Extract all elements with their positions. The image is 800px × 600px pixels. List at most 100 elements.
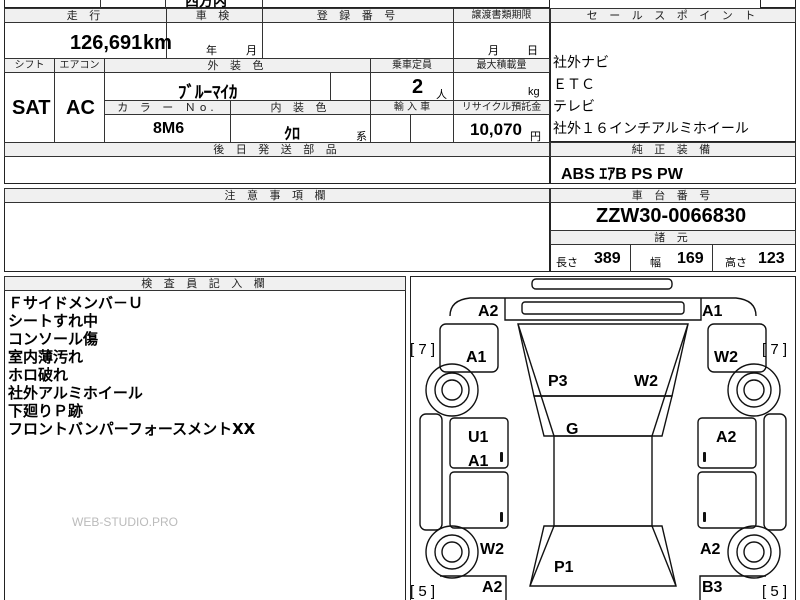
inspector-line: シートすれ中 [8, 312, 99, 330]
sales-points-header: セ ー ル ス ポ イ ン ト [550, 8, 796, 23]
row3-divider [410, 114, 411, 142]
damage-label: A2 [716, 429, 737, 446]
cabin-outline [553, 435, 653, 527]
rear-deck-outline [529, 525, 677, 587]
inspection-year-label: 年 [206, 45, 217, 57]
row3-divider [230, 114, 231, 142]
import-header: 輸 入 車 [370, 100, 454, 115]
damage-label: A1 [702, 303, 723, 320]
color-no-value: 8M6 [153, 120, 185, 137]
car-diagram: A2 A1 A1 W2 P3 W2 G U1 A2 A1 W2 A2 P1 A2… [410, 278, 787, 600]
aircon-value: AC [66, 97, 95, 119]
top-strip-divider [262, 0, 263, 8]
inspector-line: Ｆサイドメンバ－Ｕ [8, 294, 144, 312]
recycle-header: リサイクル預託金 [453, 100, 550, 115]
sales-point-item: テレビ [553, 99, 595, 115]
dimensions-divider [712, 244, 713, 272]
damage-label: P3 [548, 373, 568, 390]
chassis-value: ZZW30-0066830 [596, 205, 747, 227]
right-door-lower [697, 471, 757, 529]
inspector-line: ホロ破れ [8, 366, 69, 384]
front-grille [521, 301, 685, 315]
row1-divider [453, 22, 454, 58]
capacity-header: 乗車定員 [370, 58, 454, 73]
top-strip [4, 0, 550, 8]
registration-header: 登 録 番 号 [262, 8, 454, 23]
rear-left-wheel-inner [434, 534, 470, 570]
inspection-header: 車 検 [166, 8, 263, 23]
notes-header: 注 意 事 項 欄 [4, 188, 550, 203]
top-strip-right [760, 0, 796, 8]
inspector-header: 検 査 員 記 入 欄 [4, 276, 406, 291]
height-value: 123 [758, 250, 785, 267]
damage-label: W2 [714, 349, 738, 366]
right-rocker [763, 413, 787, 531]
capacity-value: 2 [412, 76, 424, 98]
damage-label: A2 [700, 541, 721, 558]
interior-value: ｸﾛ [284, 126, 301, 143]
bracket-label: [ 7 ] [410, 341, 435, 358]
equipment-header: 純 正 装 備 [550, 142, 796, 157]
damage-label: W2 [480, 541, 504, 558]
chassis-header: 車 台 番 号 [550, 188, 796, 203]
front-right-wheel-hub [743, 379, 765, 401]
damage-label: A1 [468, 453, 489, 470]
front-left-wheel-inner [434, 372, 470, 408]
length-value: 389 [594, 250, 621, 267]
color-no-header: カ ラ ー Ｎo. [104, 100, 231, 115]
front-right-wheel-inner [736, 372, 772, 408]
inspector-line: 室内薄汚れ [8, 348, 84, 366]
dimensions-divider [630, 244, 631, 272]
exterior-header: 外 装 色 [104, 58, 371, 73]
watermark: WEB-STUDIO.PRO [72, 515, 179, 529]
door-handle [500, 512, 503, 522]
max-load-header: 最大積載量 [453, 58, 550, 73]
aircon-header: エアコン [54, 58, 105, 73]
damage-label: A1 [466, 349, 487, 366]
mileage-header: 走 行 [4, 8, 167, 23]
inspector-line: 社外アルミホイール [8, 384, 143, 402]
damage-label: P1 [554, 559, 574, 576]
row2-divider [330, 72, 331, 100]
bracket-label: [ 7 ] [762, 341, 787, 358]
left-rocker [419, 413, 443, 531]
inspector-line: コンソール傷 [8, 330, 99, 348]
hood-outline [517, 323, 689, 397]
mileage-unit: km [143, 32, 172, 54]
inspection-month-label: 月 [246, 45, 257, 57]
damage-label: U1 [468, 429, 489, 446]
interior-header: 内 装 色 [230, 100, 371, 115]
top-strip-divider [165, 0, 166, 8]
width-value: 169 [677, 250, 704, 267]
row1-divider [262, 22, 263, 58]
shift-value: SAT [12, 97, 51, 119]
transfer-month-label: 月 [488, 45, 499, 57]
damage-label: G [566, 421, 578, 438]
width-label: 幅 [650, 257, 661, 269]
dimensions-header: 諸 元 [550, 230, 796, 245]
row2-divider [54, 72, 55, 142]
top-strip-divider [100, 0, 101, 8]
damage-label: W2 [634, 373, 658, 390]
length-label: 長さ [556, 257, 578, 269]
rear-right-wheel [727, 525, 781, 579]
shift-header: シフト [4, 58, 55, 73]
deferred-header: 後 日 発 送 部 品 [4, 142, 550, 157]
front-left-wheel-hub [441, 379, 463, 401]
door-handle [703, 512, 706, 522]
bracket-label: [ 5 ] [762, 583, 787, 600]
rear-left-wheel-hub [441, 541, 463, 563]
front-panel [504, 298, 702, 321]
damage-label: B3 [702, 579, 723, 596]
recycle-value: 10,070 [470, 120, 522, 139]
damage-label: A2 [478, 303, 499, 320]
equipment-value: ABS ｴｱB PS PW [561, 166, 683, 183]
sales-point-item: 社外ナビ [553, 55, 609, 71]
rear-right-wheel-hub [743, 541, 765, 563]
transfer-header: 譲渡書類期限 [453, 8, 550, 23]
height-label: 高さ [725, 257, 747, 269]
inspector-line: フロントバンパーフォースメントXX [8, 420, 256, 438]
transfer-day-label: 日 [527, 45, 538, 57]
rear-right-wheel-inner [736, 534, 772, 570]
max-load-unit: kg [528, 86, 540, 98]
